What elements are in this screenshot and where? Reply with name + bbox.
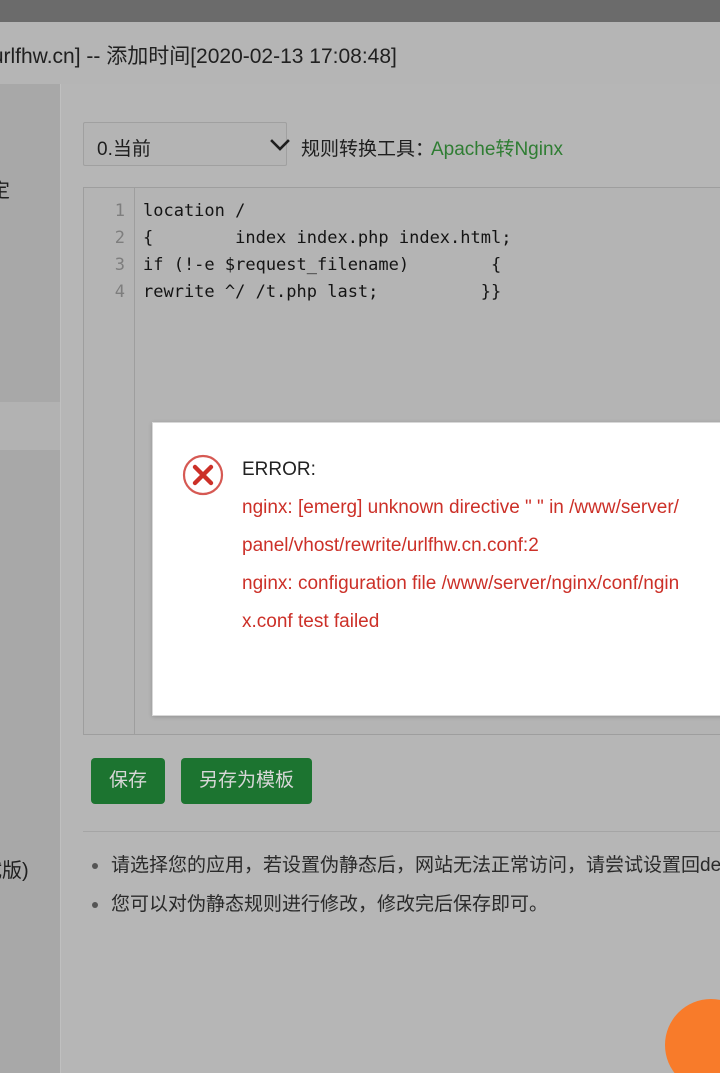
rule-preset-select-value: 0.当前 bbox=[97, 139, 151, 160]
error-dialog-body: ERROR: nginx: [emerg] unknown directive … bbox=[242, 451, 682, 641]
sidebar-item-label-truncated-bottom[interactable]: 试版) bbox=[0, 854, 29, 883]
status-bar bbox=[0, 0, 720, 22]
rule-preset-select[interactable]: 0.当前 bbox=[83, 122, 290, 166]
section-divider bbox=[83, 831, 720, 832]
code-line: location / bbox=[143, 201, 246, 221]
sidebar-panel-upper bbox=[0, 84, 60, 402]
line-number: 3 bbox=[114, 255, 125, 275]
line-number: 4 bbox=[114, 282, 125, 302]
code-line: rewrite ^/ /t.php last; }} bbox=[143, 282, 502, 302]
error-message-line: nginx: [emerg] unknown directive " " in … bbox=[242, 497, 679, 556]
sidebar-item-label-truncated-top[interactable]: 定 bbox=[0, 174, 10, 203]
code-line: { index index.php index.html; bbox=[143, 228, 512, 248]
error-dialog-title: ERROR: bbox=[242, 459, 316, 480]
list-item: 请选择您的应用，若设置伪静态后，网站无法正常访问，请尝试设置回def bbox=[83, 846, 720, 885]
converter-tool-label: 规则转换工具： bbox=[301, 139, 435, 160]
error-dialog: ERROR: nginx: [emerg] unknown directive … bbox=[152, 422, 720, 716]
line-number: 1 bbox=[114, 201, 125, 221]
page-titlebar: [urlfhw.cn] -- 添加时间[2020-02-13 17:08:48] bbox=[0, 22, 720, 85]
page-title: [urlfhw.cn] -- 添加时间[2020-02-13 17:08:48] bbox=[0, 45, 397, 68]
orange-floating-button[interactable] bbox=[665, 999, 720, 1073]
save-as-template-button[interactable]: 另存为模板 bbox=[181, 758, 313, 804]
error-circle-x-icon bbox=[181, 453, 225, 497]
error-message-line: nginx: configuration file /www/server/ng… bbox=[242, 573, 680, 632]
page-root: [urlfhw.cn] -- 添加时间[2020-02-13 17:08:48]… bbox=[0, 0, 720, 1073]
apache-to-nginx-converter-link[interactable]: Apache转Nginx bbox=[431, 134, 563, 161]
sidebar-panel-lower bbox=[0, 450, 60, 1073]
code-line: if (!-e $request_filename) { bbox=[143, 255, 502, 275]
editor-line-number-gutter: 1 2 3 4 bbox=[84, 188, 135, 734]
line-number: 2 bbox=[114, 228, 125, 248]
save-button[interactable]: 保存 bbox=[91, 758, 166, 804]
hint-list: 请选择您的应用，若设置伪静态后，网站无法正常访问，请尝试设置回def 您可以对伪… bbox=[83, 846, 720, 924]
list-item: 您可以对伪静态规则进行修改，修改完后保存即可。 bbox=[83, 885, 720, 924]
left-sidebar: 定 试版) bbox=[0, 84, 60, 1073]
